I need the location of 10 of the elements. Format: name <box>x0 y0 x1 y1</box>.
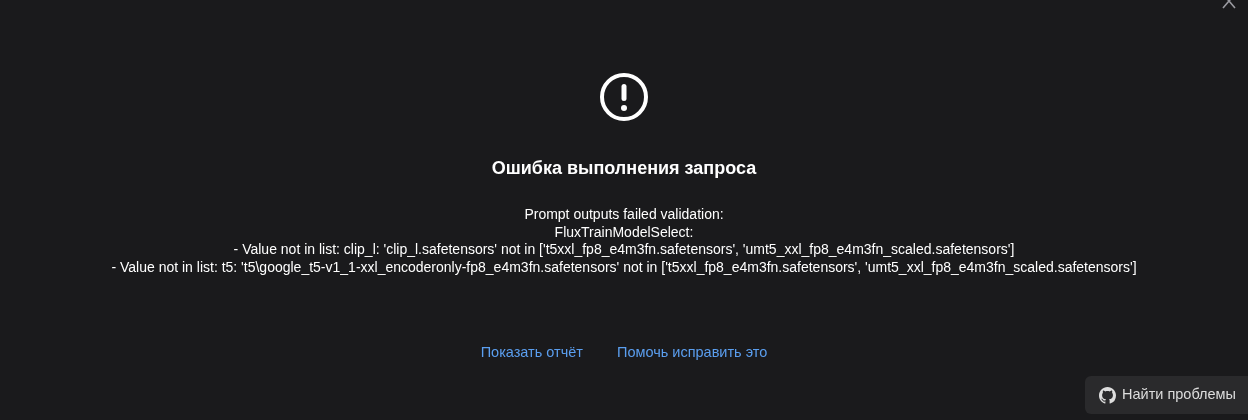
error-message-line: - Value not in list: clip_l: 'clip_l.safetensors' not in ['t5xxl_fp8_e4m3fn.safetensors', 'umt5_xxl_fp8_e4m3fn_scaled.safetensors'] <box>232 241 1016 259</box>
dialog-title: Ошибка выполнения запроса <box>490 157 758 180</box>
exclamation-icon <box>599 72 649 122</box>
find-issues-button[interactable]: Найти проблемы <box>1085 376 1248 414</box>
error-message-line: FluxTrainModelSelect: <box>553 223 695 241</box>
error-message-line: Prompt outputs failed validation: <box>523 206 725 224</box>
github-icon <box>1099 386 1117 404</box>
action-link[interactable]: Показать отчёт <box>480 342 583 364</box>
error-message-line: - Value not in list: t5: 't5\google_t5-v1_1-xxl_encoderonly-fp8_e4m3fn.safetensors' not in ['t5xxl_fp8_e4m3fn.safetensors', 'umt5_xxl_fp8_e4m3fn_scaled.safetensors'] <box>110 258 1138 276</box>
action-link[interactable]: Помочь исправить это <box>617 342 768 364</box>
